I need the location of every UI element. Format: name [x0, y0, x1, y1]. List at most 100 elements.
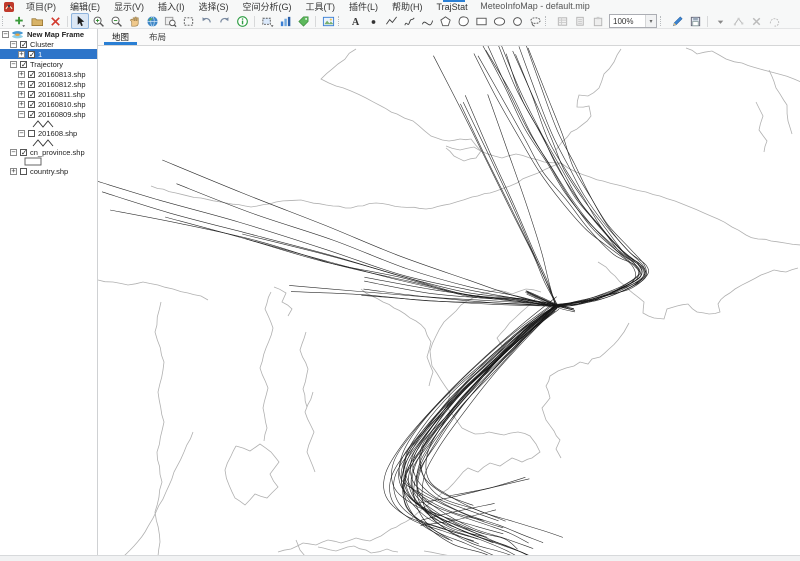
layer-visibility-checkbox[interactable] [28, 51, 35, 58]
edit-table-button[interactable] [553, 13, 571, 29]
zoom-next-button[interactable] [215, 13, 233, 29]
identify-button[interactable] [233, 13, 251, 29]
caret-down-button[interactable] [711, 13, 729, 29]
map-canvas[interactable] [98, 46, 800, 555]
expand-icon[interactable]: + [18, 91, 25, 98]
menu-item-6[interactable]: 工具(T) [299, 0, 343, 14]
expand-icon[interactable]: + [18, 71, 25, 78]
layer-row-201608-shp[interactable]: −201608.shp [0, 128, 97, 138]
layer-row-20160810-shp[interactable]: +20160810.shp [0, 99, 97, 109]
circle-button[interactable] [508, 13, 526, 29]
layer-row-new-map-frame[interactable]: −New Map Frame [0, 29, 97, 39]
layer-label: Trajectory [30, 60, 63, 69]
zoom-out-icon [110, 15, 123, 28]
tab-map[interactable]: 地图 [102, 29, 139, 45]
edit-pencil-button[interactable] [668, 13, 686, 29]
menu-item-4[interactable]: 选择(S) [192, 0, 236, 14]
zoom-in-button[interactable] [89, 13, 107, 29]
statistics-button[interactable] [276, 13, 294, 29]
layer-visibility-checkbox[interactable] [28, 91, 35, 98]
polyline-button[interactable] [382, 13, 400, 29]
free-polygon-icon [457, 15, 470, 28]
open-project-button[interactable] [28, 13, 46, 29]
ellipse-button[interactable] [490, 13, 508, 29]
expand-icon[interactable]: + [18, 81, 25, 88]
layer-visibility-checkbox[interactable] [28, 101, 35, 108]
edit-copy-button[interactable] [571, 13, 589, 29]
global-extent-button[interactable] [143, 13, 161, 29]
menu-item-3[interactable]: 插入(I) [151, 0, 192, 14]
zoom-level-combobox[interactable]: 100%▾ [609, 14, 657, 28]
collapse-icon[interactable]: − [10, 61, 17, 68]
menu-item-7[interactable]: 插件(L) [342, 0, 385, 14]
layer-row-country-shp[interactable]: +country.shp [0, 166, 97, 176]
expand-icon[interactable]: + [10, 168, 17, 175]
menu-item-0[interactable]: 项目(P) [19, 0, 63, 14]
expand-icon[interactable]: + [18, 101, 25, 108]
layer-visibility-checkbox[interactable] [28, 111, 35, 118]
collapse-icon[interactable]: − [10, 41, 17, 48]
lasso-button[interactable] [526, 13, 544, 29]
zoom-layer-button[interactable] [161, 13, 179, 29]
toolbar-separator [707, 16, 708, 27]
legend-symbol-row[interactable] [0, 119, 97, 128]
text-button[interactable]: A [346, 13, 364, 29]
layer-row-cn-province-shp[interactable]: −cn_province.shp [0, 147, 97, 157]
polygon-button[interactable] [436, 13, 454, 29]
menu-item-8[interactable]: 帮助(H) [385, 0, 430, 14]
remove-layer-button[interactable] [46, 13, 64, 29]
reshape-button[interactable] [765, 13, 783, 29]
edit-vertices-button[interactable] [729, 13, 747, 29]
layer-row-20160809-shp[interactable]: −20160809.shp [0, 109, 97, 119]
menu-item-9[interactable]: TrajStat [430, 0, 475, 14]
select-arrow-button[interactable] [71, 13, 89, 29]
layer-visibility-checkbox[interactable] [28, 71, 35, 78]
layer-row-trajectory[interactable]: − Trajectory [0, 59, 97, 69]
layer-visibility-checkbox[interactable] [20, 168, 27, 175]
add-layer-button[interactable] [10, 13, 28, 29]
collapse-icon[interactable]: − [2, 31, 9, 38]
menu-item-5[interactable]: 空间分析(G) [236, 0, 299, 14]
new-image-button[interactable] [319, 13, 337, 29]
free-polygon-button[interactable] [454, 13, 472, 29]
toolbar-separator [254, 16, 255, 27]
legend-symbol-row[interactable] [0, 157, 97, 166]
point-button[interactable] [364, 13, 382, 29]
zoom-out-button[interactable] [107, 13, 125, 29]
menu-item-1[interactable]: 编辑(E) [63, 0, 107, 14]
identify-icon [236, 15, 249, 28]
zoom-window-button[interactable] [179, 13, 197, 29]
edit-paste-button[interactable] [589, 13, 607, 29]
pan-hand-button[interactable] [125, 13, 143, 29]
layer-row-20160813-shp[interactable]: +20160813.shp [0, 69, 97, 79]
freehand-button[interactable] [400, 13, 418, 29]
layer-row-cluster[interactable]: −Cluster [0, 39, 97, 49]
collapse-icon[interactable]: − [18, 111, 25, 118]
layer-row-20160812-shp[interactable]: +20160812.shp [0, 79, 97, 89]
delete-feature-button[interactable] [747, 13, 765, 29]
save-project-button[interactable] [686, 13, 704, 29]
zoom-combo-caret-icon[interactable]: ▾ [645, 15, 656, 27]
point-icon [367, 15, 380, 28]
collapse-icon[interactable]: − [10, 149, 17, 156]
toolbar-grip [545, 16, 551, 26]
layer-visibility-checkbox[interactable] [20, 61, 27, 68]
rectangle-button[interactable] [472, 13, 490, 29]
label-tag-button[interactable] [294, 13, 312, 29]
curve-button[interactable] [418, 13, 436, 29]
layer-visibility-checkbox[interactable] [20, 41, 27, 48]
layer-visibility-checkbox[interactable] [28, 81, 35, 88]
new-image-icon [322, 15, 335, 28]
layer-row-20160811-shp[interactable]: +20160811.shp [0, 89, 97, 99]
tab-layout[interactable]: 布局 [139, 29, 176, 45]
collapse-icon[interactable]: − [18, 130, 25, 137]
legend-symbol-row[interactable] [0, 138, 97, 147]
layer-visibility-checkbox[interactable] [20, 149, 27, 156]
layer-row-1[interactable]: +1 [0, 49, 97, 59]
toolbar-separator [67, 16, 68, 27]
select-rect-button[interactable] [258, 13, 276, 29]
layer-visibility-checkbox[interactable] [28, 130, 35, 137]
zoom-previous-button[interactable] [197, 13, 215, 29]
expand-icon[interactable]: + [18, 51, 25, 58]
menu-item-2[interactable]: 显示(V) [107, 0, 151, 14]
